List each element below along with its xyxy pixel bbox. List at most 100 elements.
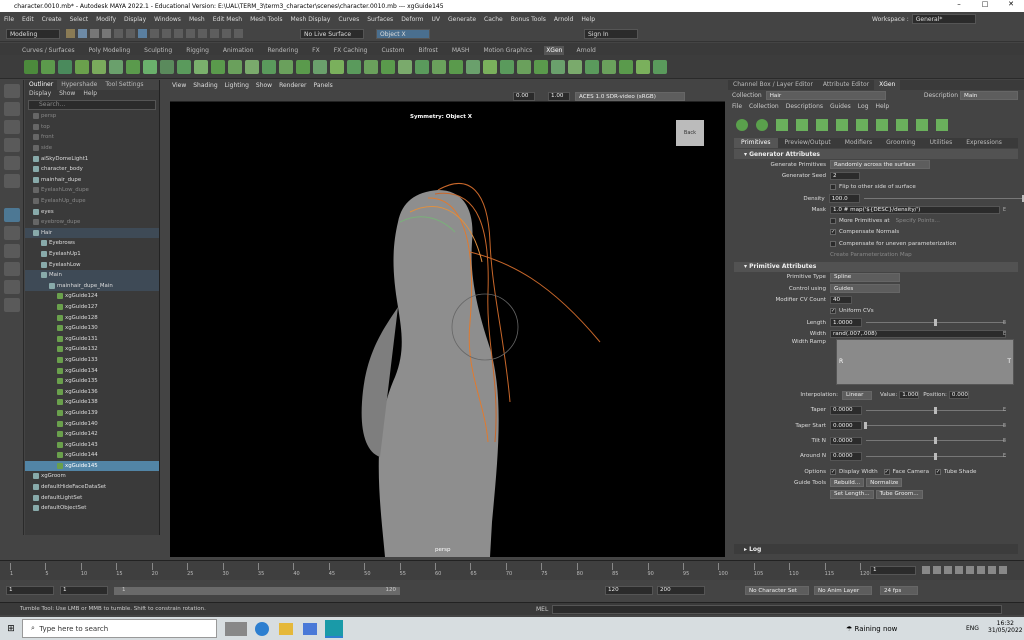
mel-label[interactable]: MEL [536, 606, 548, 613]
xgen-scale-icon[interactable] [143, 59, 157, 74]
width-field[interactable]: rand(.007,.008) [830, 329, 1006, 339]
outliner-item[interactable]: eyes [25, 206, 159, 217]
xgen-tab-utilities[interactable]: Utilities [923, 138, 960, 148]
maya-taskbar-icon[interactable] [325, 619, 343, 638]
range-bar[interactable]: 1 120 [114, 587, 400, 595]
create-param-map-button[interactable]: Create Parameterization Map [830, 252, 912, 258]
uniform-cvs-checkbox[interactable]: ✓ [830, 308, 836, 315]
select-hierarchy-icon[interactable] [114, 29, 123, 38]
add-guide-icon[interactable] [776, 119, 788, 131]
right-tab-attribute-editor[interactable]: Attribute Editor [818, 80, 874, 90]
workspace-value[interactable]: General* [911, 14, 976, 24]
outliner-item[interactable]: side [25, 143, 159, 154]
menu-deform[interactable]: Deform [401, 16, 423, 23]
sculpt-guides-icon[interactable] [916, 119, 928, 131]
tube-shade-checkbox[interactable]: ✓ [935, 468, 942, 475]
redo-icon[interactable] [102, 29, 111, 38]
close-button[interactable]: ✕ [998, 0, 1024, 8]
play-back-icon[interactable] [955, 566, 963, 574]
tube-groom-button[interactable]: Tube Groom... [875, 489, 923, 499]
taper-field[interactable]: 0.0000 [830, 406, 862, 415]
move-guide-icon[interactable] [816, 119, 828, 131]
shelf-tab-motion-graphics[interactable]: Motion Graphics [481, 46, 534, 55]
xgen-curl-icon[interactable] [602, 59, 616, 74]
taper-slider[interactable] [866, 406, 1006, 414]
outliner-item[interactable]: xgGuide124 [25, 291, 159, 302]
outliner-tab-tool-settings[interactable]: Tool Settings [101, 80, 147, 90]
menu-cache[interactable]: Cache [484, 16, 503, 23]
taskbar-search[interactable]: ⌕ Type here to search [22, 619, 217, 638]
viewport-menu-lighting[interactable]: Lighting [225, 82, 249, 89]
move-tool-icon[interactable] [4, 138, 20, 152]
command-input[interactable] [552, 605, 1002, 614]
paint-select-icon[interactable] [4, 120, 20, 134]
clear-preview-icon[interactable] [876, 119, 888, 131]
xgen-render-icon[interactable] [483, 59, 497, 74]
collection-dropdown[interactable]: Hair [765, 91, 886, 100]
range-end-field[interactable]: 120 [605, 586, 653, 595]
outliner-item[interactable]: eyebrow_dupe [25, 217, 159, 228]
outliner-menu-show[interactable]: Show [59, 90, 75, 99]
signin-button[interactable]: Sign In [584, 29, 638, 39]
outliner-item[interactable]: xgGuide136 [25, 386, 159, 397]
interpolation-dropdown[interactable]: Linear [842, 390, 872, 400]
mode-selector[interactable]: Modeling [6, 29, 60, 39]
outliner-item[interactable]: Main [25, 269, 159, 281]
xgen-create-icon[interactable] [41, 59, 55, 74]
outliner-layout-icon[interactable] [4, 244, 20, 258]
outliner-item[interactable]: mainhair_dupe_Main [25, 280, 159, 292]
lasso-tool-icon[interactable] [4, 102, 20, 116]
outliner-item[interactable]: xgGuide139 [25, 408, 159, 419]
xgen-export-icon[interactable] [398, 59, 412, 74]
log-section[interactable]: ▸ Log [734, 544, 1018, 554]
outliner-item[interactable]: aiSkyDomeLight1 [25, 153, 159, 164]
menu-arnold[interactable]: Arnold [554, 16, 573, 23]
cv-count-field[interactable]: 40 [830, 295, 852, 305]
menu-windows[interactable]: Windows [154, 16, 181, 23]
ramp-position-field[interactable]: 0.000 [948, 390, 969, 400]
select-object-icon[interactable] [126, 29, 135, 38]
outliner-item[interactable]: character_body [25, 164, 159, 175]
outliner-item[interactable]: Eyebrows [25, 238, 159, 249]
tilt-expression-icon[interactable]: E [1003, 438, 1006, 444]
xgen-attr-icon[interactable] [381, 59, 395, 74]
tilt-slider[interactable] [866, 437, 1006, 445]
windows-start-icon[interactable]: ⊞ [0, 624, 22, 634]
xgen-comb-icon[interactable] [194, 59, 208, 74]
outliner-search-input[interactable]: Search... [28, 100, 156, 110]
menu-create[interactable]: Create [42, 16, 62, 23]
density-slider[interactable] [864, 195, 1024, 203]
viewport-menu-panels[interactable]: Panels [313, 82, 332, 89]
taper-start-field[interactable]: 0.0000 [830, 421, 862, 430]
xgen-width-icon[interactable] [279, 59, 293, 74]
play-icon[interactable] [966, 566, 974, 574]
task-view-icon[interactable] [225, 621, 247, 636]
flip-checkbox[interactable] [830, 184, 836, 191]
xgen-smooth-icon[interactable] [228, 59, 242, 74]
snap-curve-icon[interactable] [162, 29, 171, 38]
around-field[interactable]: 0.0000 [830, 452, 862, 461]
four-view-icon[interactable] [4, 226, 20, 240]
menu-mesh-display[interactable]: Mesh Display [291, 16, 331, 23]
single-perspective-icon[interactable] [4, 208, 20, 222]
outliner-item[interactable]: xgGuide127 [25, 302, 159, 313]
width-ramp-graph[interactable]: R T [836, 339, 1014, 386]
minimize-button[interactable]: – [946, 0, 972, 8]
outliner-item[interactable]: EyelashUp1 [25, 249, 159, 260]
menu-curves[interactable]: Curves [338, 16, 359, 23]
xgen-freeze-icon[interactable] [211, 59, 225, 74]
colorspace-dropdown[interactable]: ACES 1.0 SDR-video (sRGB) [575, 92, 685, 101]
undo-icon[interactable] [90, 29, 99, 38]
compensate-uneven-checkbox[interactable] [830, 240, 836, 247]
primitives-icon[interactable] [756, 119, 768, 131]
xgen-length-icon[interactable] [296, 59, 310, 74]
menu-select[interactable]: Select [70, 16, 89, 23]
menu-display[interactable]: Display [124, 16, 146, 23]
step-forward-key-icon[interactable] [988, 566, 996, 574]
xgen-menu-log[interactable]: Log [858, 103, 869, 110]
snap-point-icon[interactable] [174, 29, 183, 38]
xgen-guide-icon[interactable] [58, 59, 72, 74]
fps-dropdown[interactable]: 24 fps [880, 586, 918, 595]
length-expression-icon[interactable]: E [1003, 320, 1006, 326]
maximize-button[interactable]: □ [972, 0, 998, 8]
